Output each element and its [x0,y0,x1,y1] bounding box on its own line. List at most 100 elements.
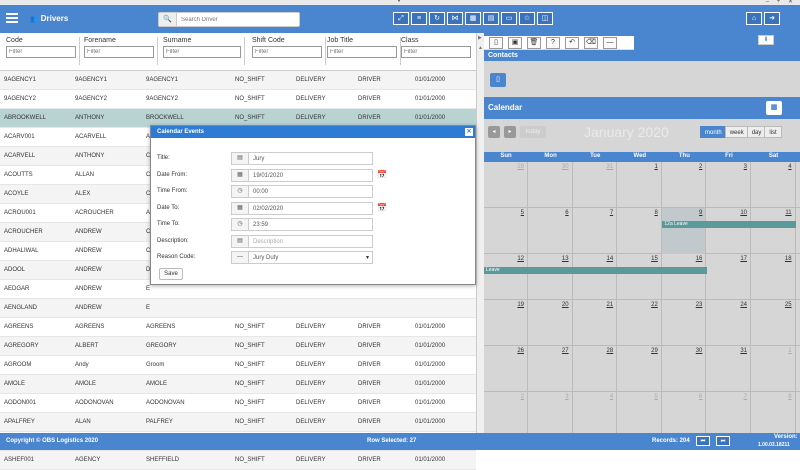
day-number[interactable]: 2 [699,164,702,170]
new-document-icon[interactable]: ▯ [489,37,503,49]
calendar-day-cell[interactable]: 27 [529,346,573,392]
filter-forename-input[interactable] [84,46,154,58]
day-number[interactable]: 18 [785,256,792,262]
calendar-day-cell[interactable]: 7 [573,208,618,254]
calendar-day-cell[interactable]: 12 [484,254,528,300]
date-picker-icon[interactable]: 📅 [377,170,387,179]
form-value[interactable]: Jury [253,156,264,162]
day-number[interactable]: 8 [788,394,791,400]
calendar-day-cell[interactable]: 18 [752,254,796,300]
first-page-icon[interactable]: ⏮ [696,436,710,446]
day-number[interactable]: 5 [654,394,657,400]
day-number[interactable]: 20 [562,302,569,308]
filter-shift-code-input[interactable] [252,46,322,58]
column-header-label[interactable]: Code [6,37,76,44]
scroll-right-icon[interactable]: ▶ [478,35,482,41]
calendar-day-cell[interactable]: 11 [752,208,796,254]
day-number[interactable]: 30 [696,348,703,354]
home-icon[interactable]: ⌂ [746,12,762,25]
day-number[interactable]: 4 [610,394,613,400]
search-icon[interactable]: 🔍 [159,13,177,26]
calendar-day-cell[interactable]: 31 [573,162,618,208]
day-number[interactable]: 19 [517,302,524,308]
calendar-day-cell[interactable]: 3 [529,392,573,438]
form-input[interactable]: ▦ 02/02/2020 [231,201,373,215]
day-number[interactable]: 13 [562,256,569,262]
table-row[interactable]: AENGLAND ANDREW E [0,299,476,318]
day-number[interactable]: 9 [699,210,702,216]
calendar-day-cell[interactable]: 8 [752,392,796,438]
calendar-day-cell[interactable]: 5 [618,392,662,438]
expand-icon[interactable]: ⤢ [393,12,409,25]
calendar-day-cell[interactable]: 16 [662,254,707,300]
calendar-day-cell[interactable]: 15 [618,254,662,300]
calendar-event[interactable]: Leave [484,267,707,274]
calendar-day-cell[interactable]: 10 [707,208,751,254]
help-icon[interactable]: ? [546,37,560,49]
day-number[interactable]: 3 [744,164,747,170]
day-number[interactable]: 25 [785,302,792,308]
date-picker-icon[interactable]: 📅 [377,203,387,212]
calendar-day-cell[interactable]: 4 [752,162,796,208]
share-icon[interactable]: ⋈ [447,12,463,25]
table-row[interactable]: 9AGENCY2 9AGENCY2 9AGENCY2 NO_SHIFT DELIVERY… [0,90,476,109]
hamburger-menu-icon[interactable] [6,13,18,23]
calendar-day-cell[interactable]: 19 [484,300,528,346]
save-button[interactable]: Save [159,268,183,280]
day-number[interactable]: 21 [607,302,614,308]
day-number[interactable]: 27 [562,348,569,354]
calendar-day-cell[interactable]: 24 [707,300,751,346]
table-icon[interactable]: ▦ [465,12,481,25]
form-value[interactable]: 23:59 [253,222,268,228]
calendar-day-cell[interactable]: 2 [662,162,707,208]
calendar-day-cell[interactable]: 9 [662,208,707,254]
day-number[interactable]: 22 [651,302,658,308]
day-number[interactable]: 14 [607,256,614,262]
column-header-label[interactable]: Job Title [327,37,397,44]
form-input[interactable]: ▤ Jury [231,152,373,165]
calendar-day-cell[interactable]: 22 [618,300,662,346]
day-number[interactable]: 31 [607,164,614,170]
download-icon[interactable]: ⬇ [758,35,774,45]
table-row[interactable]: AGROOM Andy Groom NO_SHIFT DELIVERY DRIVER 01/… [0,356,476,375]
calendar-day-cell[interactable]: 30 [662,346,707,392]
form-value[interactable]: 19/01/2020 [253,173,283,179]
day-number[interactable]: 6 [699,394,702,400]
day-number[interactable]: 29 [517,164,524,170]
table-row[interactable]: AMOLE AMOLE AMOLE NO_SHIFT DELIVERY DRIVER 01/… [0,375,476,394]
calendar-day-cell[interactable]: 7 [707,392,751,438]
minus-icon[interactable]: — [603,37,617,49]
filter-job-title-input[interactable] [327,46,397,58]
calendar-day-cell[interactable]: 28 [573,346,618,392]
table-row[interactable]: ASHEF001 AGENCY SHEFFIELD NO_SHIFT DELIVERY D… [0,451,476,470]
logout-icon[interactable]: ➜ [764,12,780,25]
view-week-button[interactable]: week [724,126,749,138]
calendar-day-cell[interactable]: 23 [662,300,707,346]
columns-icon[interactable]: ◫ [537,12,553,25]
filter-code-input[interactable] [6,46,76,58]
filter-surname-input[interactable] [163,46,241,58]
day-number[interactable]: 11 [785,210,791,216]
form-input[interactable]: ▤ Description [231,234,373,248]
calendar-icon[interactable]: ▦ [766,101,782,115]
form-input[interactable]: ◷ 23:59 [231,218,373,231]
add-contact-button[interactable]: ▯ [490,73,506,87]
calendar-day-cell[interactable]: 8 [618,208,662,254]
calendar-day-cell[interactable]: 14 [573,254,618,300]
view-month-button[interactable]: month [700,126,727,138]
day-number[interactable]: 23 [696,302,703,308]
form-value[interactable]: 02/02/2020 [253,206,283,212]
table-row[interactable]: APALFREY ALAN PALFREY NO_SHIFT DELIVERY DRIVE… [0,413,476,432]
undo-icon[interactable]: ↶ [565,37,579,49]
reason-code-select[interactable]: — Jury Duty ▾ [231,251,373,264]
day-number[interactable]: 5 [521,210,524,216]
calendar-day-cell[interactable]: 21 [573,300,618,346]
day-number[interactable]: 6 [565,210,568,216]
calendar-day-cell[interactable]: 5 [484,208,528,254]
eraser-icon[interactable]: ⌫ [584,37,598,49]
calendar-day-cell[interactable]: 29 [618,346,662,392]
day-number[interactable]: 15 [651,256,658,262]
file-icon[interactable]: ▭ [501,12,517,25]
day-number[interactable]: 30 [562,164,569,170]
database-icon[interactable]: ≡ [411,12,427,25]
